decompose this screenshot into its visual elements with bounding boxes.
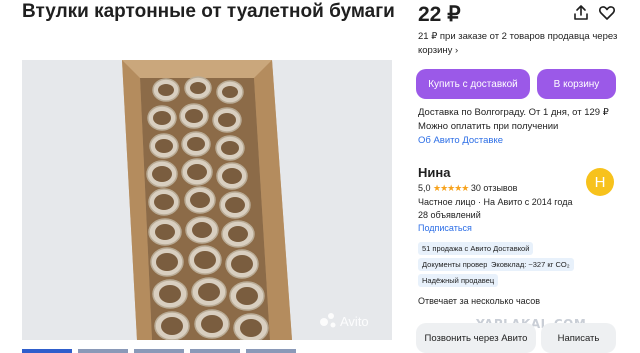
seller-rating[interactable]: 5,0 ★★★★★ 30 отзывов	[418, 182, 517, 194]
svg-text:Avito: Avito	[340, 314, 369, 329]
photo-cardboard-box-image: Avito	[22, 60, 392, 340]
about-delivery-link[interactable]: Об Авито Доставке	[418, 134, 628, 148]
reviews-count: 30 отзывов	[470, 183, 518, 193]
thumbnail-1[interactable]	[22, 349, 72, 353]
write-button[interactable]: Написать	[541, 323, 616, 353]
buy-with-delivery-button[interactable]: Купить с доставкой	[416, 69, 530, 99]
rating-value: 5,0	[418, 183, 431, 193]
add-to-cart-button[interactable]: В корзину	[537, 69, 616, 99]
heart-icon[interactable]	[598, 4, 616, 22]
subscribe-link[interactable]: Подписаться	[418, 222, 472, 234]
delivery-info: Доставка по Волгограду. От 1 дня, от 129…	[418, 106, 628, 148]
listing-photo[interactable]: Avito	[22, 60, 392, 340]
badge-eco-contribution: Эковклад: ~327 кг CO₂	[487, 258, 574, 271]
seller-type: Частное лицо · На Авито с 2014 года	[418, 197, 573, 207]
badge-reliable-seller: Надёжный продавец	[418, 274, 499, 287]
call-button[interactable]: Позвонить через Авито	[416, 323, 536, 353]
star-icon: ★★★★★	[433, 183, 469, 193]
delivery-line: Доставка по Волгограду. От 1 дня, от 129…	[418, 107, 609, 118]
price: 22 ₽	[418, 3, 461, 26]
thumbnail-4[interactable]	[190, 349, 240, 353]
thumbnail-3[interactable]	[134, 349, 184, 353]
share-icon[interactable]	[572, 4, 590, 22]
seller-ads-count[interactable]: 28 объявлений	[418, 209, 481, 221]
payment-line: Можно оплатить при получении	[418, 121, 559, 132]
badge-delivery-sales: 51 продажа с Авито Доставкой	[418, 242, 534, 255]
response-time: Отвечает за несколько часов	[418, 296, 541, 306]
thumbnail-5[interactable]	[246, 349, 296, 353]
seller-name[interactable]: Нина	[418, 165, 450, 180]
multi-item-price-note[interactable]: 21 ₽ при заказе от 2 товаров продавца че…	[418, 30, 618, 58]
thumbnail-2[interactable]	[78, 349, 128, 353]
avatar[interactable]: Н	[586, 168, 614, 196]
thumbnail-strip	[22, 349, 392, 353]
listing-title: Втулки картонные от туалетной бумаги	[22, 1, 395, 22]
